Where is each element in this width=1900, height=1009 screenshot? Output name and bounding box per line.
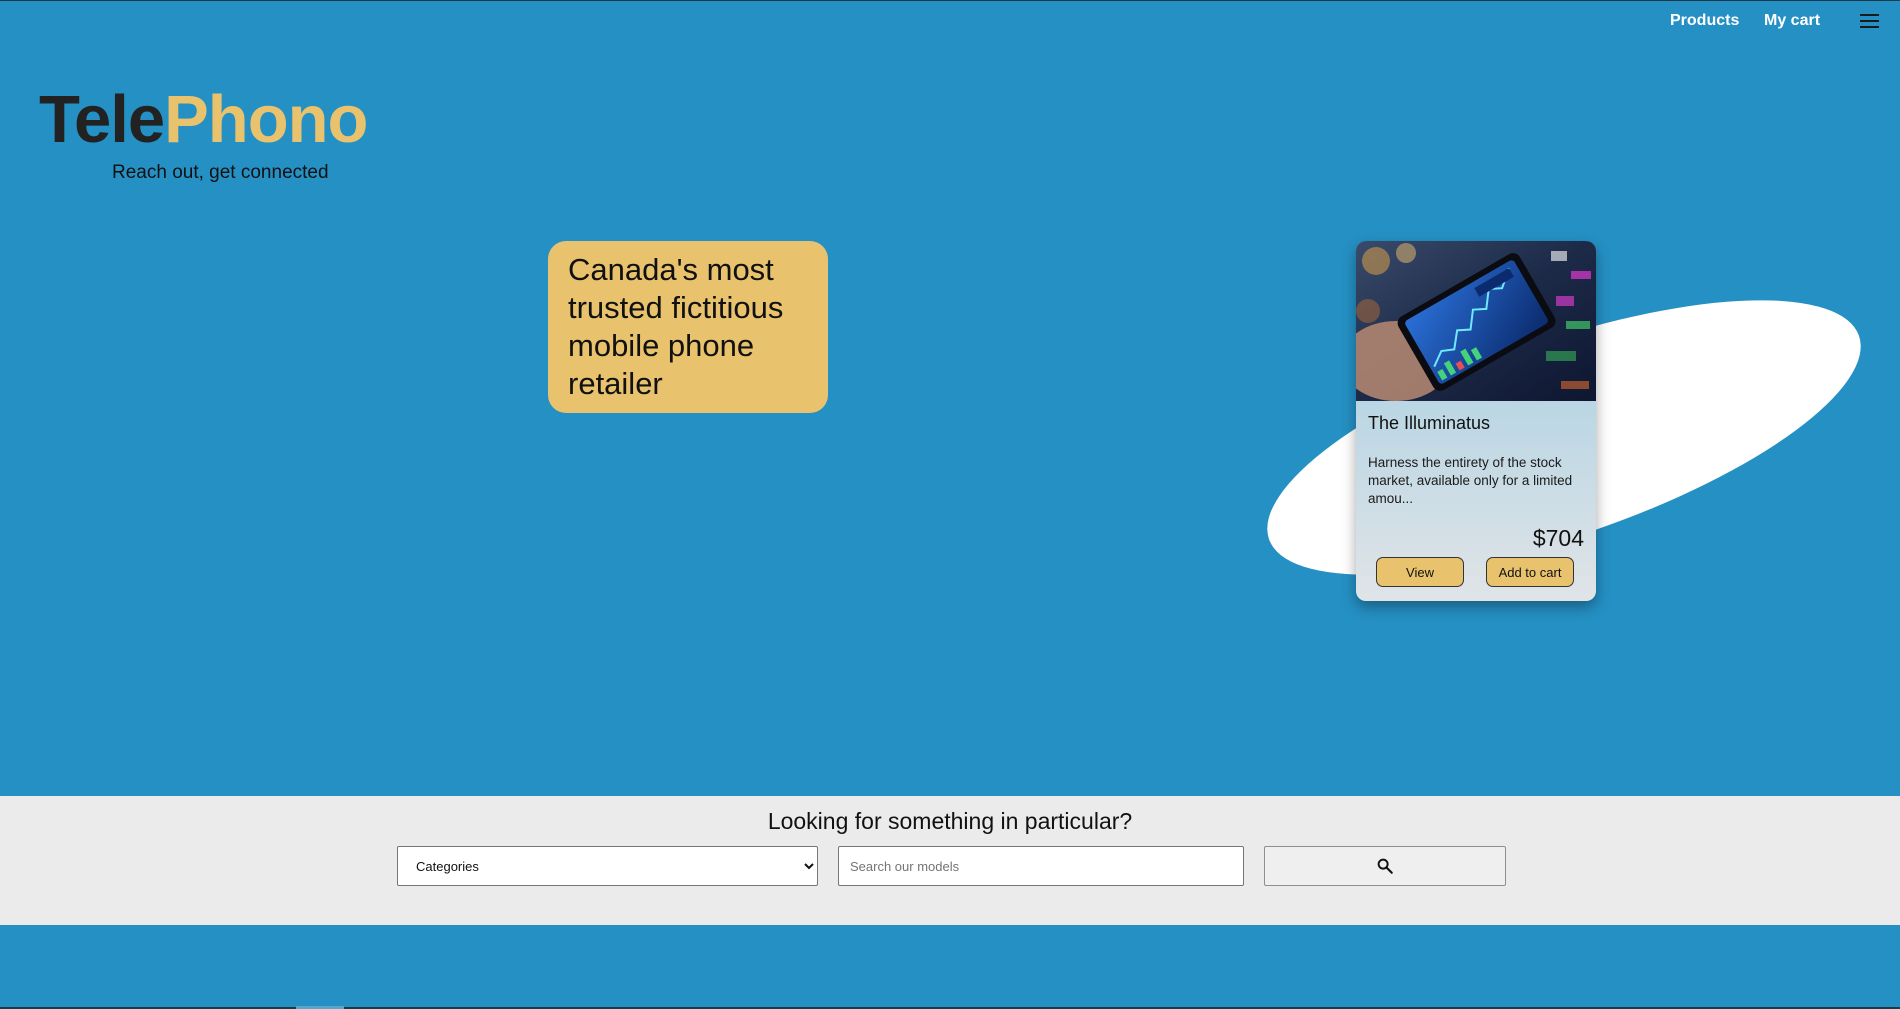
nav-products-link[interactable]: Products xyxy=(1670,12,1739,30)
top-border xyxy=(0,0,1900,1)
nav-cart-link[interactable]: My cart xyxy=(1764,12,1820,30)
product-description: Harness the entirety of the stock market… xyxy=(1368,455,1573,506)
category-select[interactable]: Categories xyxy=(397,846,818,886)
product-title: The Illuminatus xyxy=(1368,413,1491,433)
search-section: Looking for something in particular? Cat… xyxy=(0,796,1900,925)
search-icon xyxy=(1377,858,1393,874)
product-price: $704 xyxy=(1532,525,1584,551)
hamburger-menu-icon[interactable] xyxy=(1860,14,1879,28)
search-button[interactable] xyxy=(1264,846,1506,886)
view-button[interactable]: View xyxy=(1376,557,1464,587)
logo-text-part2: Phono xyxy=(164,82,368,157)
logo-text-part1: Tele xyxy=(39,82,165,157)
brand-logo[interactable]: TelePhono xyxy=(39,82,369,157)
product-card: The Illuminatus Harness the entirety of … xyxy=(1356,241,1596,601)
hero-badge: Canada's most trusted fictitious mobile … xyxy=(548,241,828,413)
product-image[interactable] xyxy=(1356,241,1596,401)
brand-tagline: Reach out, get connected xyxy=(112,162,329,183)
search-input[interactable] xyxy=(838,846,1244,886)
add-to-cart-button[interactable]: Add to cart xyxy=(1486,557,1574,587)
search-heading: Looking for something in particular? xyxy=(767,808,1133,834)
hero-badge-text: Canada's most trusted fictitious mobile … xyxy=(568,252,784,401)
